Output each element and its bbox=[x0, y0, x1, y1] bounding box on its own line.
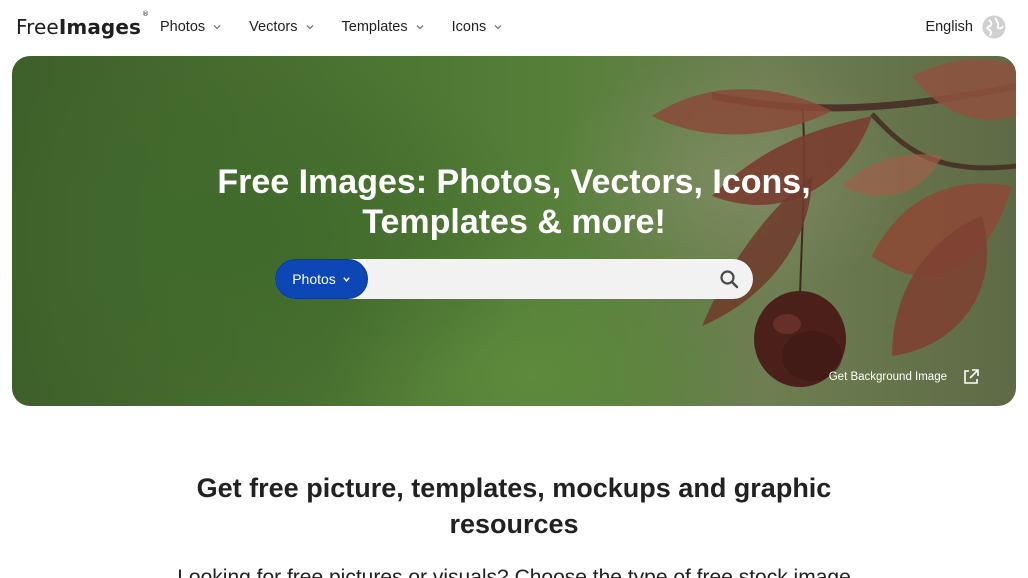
main-nav: Photos Vectors Templates Icons bbox=[160, 19, 530, 35]
get-background-image-link[interactable]: Get Background Image bbox=[829, 368, 980, 386]
search-input[interactable] bbox=[375, 259, 705, 299]
nav-item-label: Vectors bbox=[249, 19, 298, 35]
nav-item-label: Icons bbox=[451, 19, 487, 35]
search-bar: Photos bbox=[275, 259, 753, 299]
logo-registered-mark: ® bbox=[142, 10, 150, 19]
hero-title: Free Images: Photos, Vectors, Icons, Tem… bbox=[12, 162, 1016, 242]
external-link-icon bbox=[964, 369, 979, 384]
nav-item-label: Photos bbox=[160, 19, 206, 35]
chevron-down-icon bbox=[343, 276, 350, 282]
nav-item-label: Templates bbox=[341, 19, 408, 35]
get-background-image-label: Get Background Image bbox=[828, 371, 947, 383]
nav-item-icons[interactable]: Icons bbox=[452, 19, 504, 35]
chevron-down-icon bbox=[494, 25, 502, 30]
search-icon[interactable] bbox=[719, 269, 739, 289]
freeimages-logo[interactable]: FreeImages® bbox=[16, 10, 149, 39]
search-type-dropdown[interactable]: Photos bbox=[275, 259, 368, 299]
chevron-down-icon bbox=[213, 25, 221, 30]
chevron-down-icon bbox=[416, 25, 424, 30]
globe-icon bbox=[982, 15, 1006, 39]
hero-banner: Free Images: Photos, Vectors, Icons, Tem… bbox=[12, 56, 1016, 406]
section-heading-line1: Get free picture, templates, mockups and… bbox=[196, 473, 832, 503]
language-selector[interactable]: English bbox=[925, 15, 1006, 39]
section-heading-line2: resources bbox=[449, 509, 579, 539]
section-intro-text: Looking for free pictures or visuals? Ch… bbox=[177, 566, 851, 578]
language-label: English bbox=[925, 19, 973, 35]
nav-item-templates[interactable]: Templates bbox=[342, 19, 425, 35]
site-header: FreeImages® Photos Vectors Templates Ico… bbox=[0, 0, 1028, 56]
chevron-down-icon bbox=[306, 25, 313, 30]
logo-text-light: Free bbox=[16, 15, 59, 39]
section-heading: Get free picture, templates, mockups and… bbox=[0, 470, 1028, 542]
nav-item-vectors[interactable]: Vectors bbox=[249, 19, 314, 35]
search-type-label: Photos bbox=[292, 271, 336, 287]
logo-text-bold: Images bbox=[58, 15, 142, 39]
hero-title-line2: Templates & more! bbox=[362, 203, 666, 241]
hero-title-line1: Free Images: Photos, Vectors, Icons, bbox=[217, 163, 811, 201]
nav-item-photos[interactable]: Photos bbox=[160, 19, 222, 35]
